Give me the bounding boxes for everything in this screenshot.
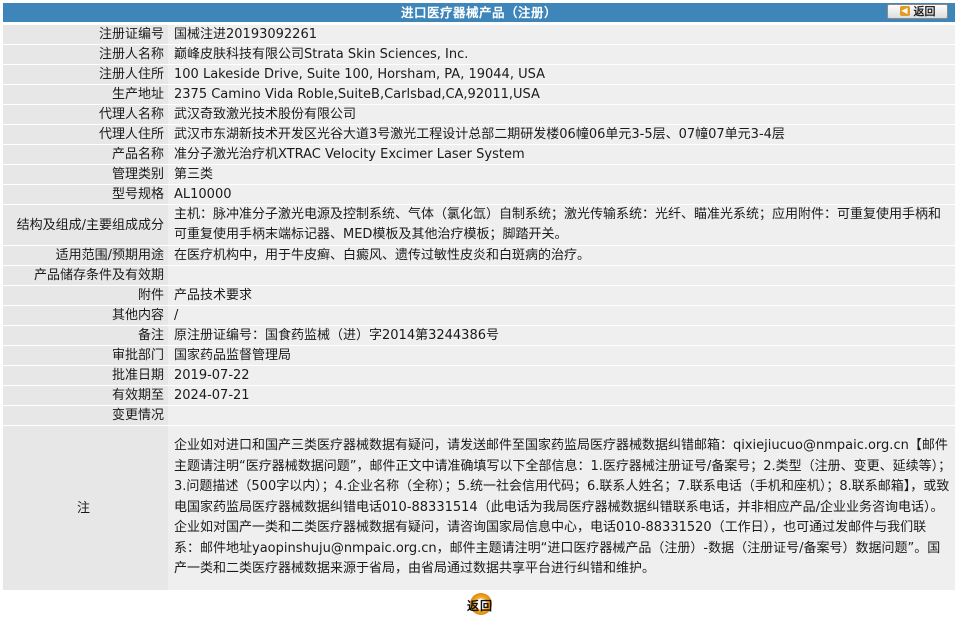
field-label: 产品储存条件及有效期 [3, 266, 168, 285]
field-label: 管理类别 [3, 165, 168, 184]
field-label: 产品名称 [3, 145, 168, 164]
note-label: 注 [3, 426, 168, 590]
field-label: 附件 [3, 286, 168, 305]
table-row: 备注 原注册证编号：国食药监械（进）字2014第3244386号 [3, 326, 955, 345]
field-label: 批准日期 [3, 366, 168, 385]
field-value: 2375 Camino Vida Roble,SuiteB,Carlsbad,C… [168, 85, 955, 104]
back-button-bottom[interactable]: 返回 [456, 593, 504, 615]
field-value: 巅峰皮肤科技有限公司Strata Skin Sciences, Inc. [168, 45, 955, 64]
header-bar: 进口医疗器械产品（注册） ◀ 返回 [3, 3, 955, 22]
arrow-left-icon: ◀ [899, 6, 910, 16]
field-value: 第三类 [168, 165, 955, 184]
table-row: 注册人住所 100 Lakeside Drive, Suite 100, Hor… [3, 65, 955, 84]
field-label: 有效期至 [3, 386, 168, 405]
table-row: 产品名称 准分子激光治疗机XTRAC Velocity Excimer Lase… [3, 145, 955, 164]
field-label: 审批部门 [3, 346, 168, 365]
field-label: 适用范围/预期用途 [3, 246, 168, 265]
field-value: 2019-07-22 [168, 366, 955, 385]
field-label: 注册人名称 [3, 45, 168, 64]
field-label: 代理人住所 [3, 125, 168, 144]
table-row: 有效期至 2024-07-21 [3, 386, 955, 405]
field-value: / [168, 306, 955, 325]
table-row: 其他内容 / [3, 306, 955, 325]
table-row: 注册人名称 巅峰皮肤科技有限公司Strata Skin Sciences, In… [3, 45, 955, 64]
back-button-bottom-label: 返回 [466, 599, 493, 613]
table-row-note: 注 企业如对进口和国产三类医疗器械数据有疑问，请发送邮件至国家药监局医疗器械数据… [3, 426, 955, 590]
field-label: 型号规格 [3, 185, 168, 204]
field-label: 结构及组成/主要组成成分 [3, 205, 168, 245]
field-label: 其他内容 [3, 306, 168, 325]
table-row: 型号规格 AL10000 [3, 185, 955, 204]
field-value [168, 266, 955, 285]
field-label: 注册证编号 [3, 25, 168, 44]
field-value: 100 Lakeside Drive, Suite 100, Horsham, … [168, 65, 955, 84]
table-row: 结构及组成/主要组成成分 主机：脉冲准分子激光电源及控制系统、气体（氯化氙）自制… [3, 205, 955, 245]
table-row: 产品储存条件及有效期 [3, 266, 955, 285]
field-value: 武汉市东湖新技术开发区光谷大道3号激光工程设计总部二期研发楼06幢06单元3-5… [168, 125, 955, 144]
back-button-top[interactable]: ◀ 返回 [887, 4, 948, 19]
field-value: 准分子激光治疗机XTRAC Velocity Excimer Laser Sys… [168, 145, 955, 164]
table-row: 管理类别 第三类 [3, 165, 955, 184]
field-value: 主机：脉冲准分子激光电源及控制系统、气体（氯化氙）自制系统；激光传输系统：光纤、… [168, 205, 955, 245]
table-row: 适用范围/预期用途 在医疗机构中，用于牛皮癣、白癜风、遗传过敏性皮炎和白斑病的治… [3, 246, 955, 265]
field-value: 2024-07-21 [168, 386, 955, 405]
field-value: AL10000 [168, 185, 955, 204]
field-label: 备注 [3, 326, 168, 345]
field-value: 国械注进20193092261 [168, 25, 955, 44]
note-text: 企业如对进口和国产三类医疗器械数据有疑问，请发送邮件至国家药监局医疗器械数据纠错… [168, 426, 955, 590]
table-row: 生产地址 2375 Camino Vida Roble,SuiteB,Carls… [3, 85, 955, 104]
back-button-top-label: 返回 [913, 5, 936, 18]
table-row: 代理人名称 武汉奇致激光技术股份有限公司 [3, 105, 955, 124]
field-value [168, 406, 955, 425]
field-value: 国家药品监督管理局 [168, 346, 955, 365]
field-label: 注册人住所 [3, 65, 168, 84]
field-value: 在医疗机构中，用于牛皮癣、白癜风、遗传过敏性皮炎和白斑病的治疗。 [168, 246, 955, 265]
table-row: 代理人住所 武汉市东湖新技术开发区光谷大道3号激光工程设计总部二期研发楼06幢0… [3, 125, 955, 144]
table-row: 变更情况 [3, 406, 955, 425]
field-label: 变更情况 [3, 406, 168, 425]
table-row: 注册证编号 国械注进20193092261 [3, 25, 955, 44]
table-row: 附件 产品技术要求 [3, 286, 955, 305]
table-row: 批准日期 2019-07-22 [3, 366, 955, 385]
page-title: 进口医疗器械产品（注册） [400, 5, 557, 20]
page: 进口医疗器械产品（注册） ◀ 返回 注册证编号 国械注进20193092261 注… [0, 0, 959, 624]
field-value: 产品技术要求 [168, 286, 955, 305]
field-value: 原注册证编号：国食药监械（进）字2014第3244386号 [168, 326, 955, 345]
table-row: 审批部门 国家药品监督管理局 [3, 346, 955, 365]
field-label: 生产地址 [3, 85, 168, 104]
field-label: 代理人名称 [3, 105, 168, 124]
detail-table: 注册证编号 国械注进20193092261 注册人名称 巅峰皮肤科技有限公司St… [3, 24, 955, 591]
field-value: 武汉奇致激光技术股份有限公司 [168, 105, 955, 124]
